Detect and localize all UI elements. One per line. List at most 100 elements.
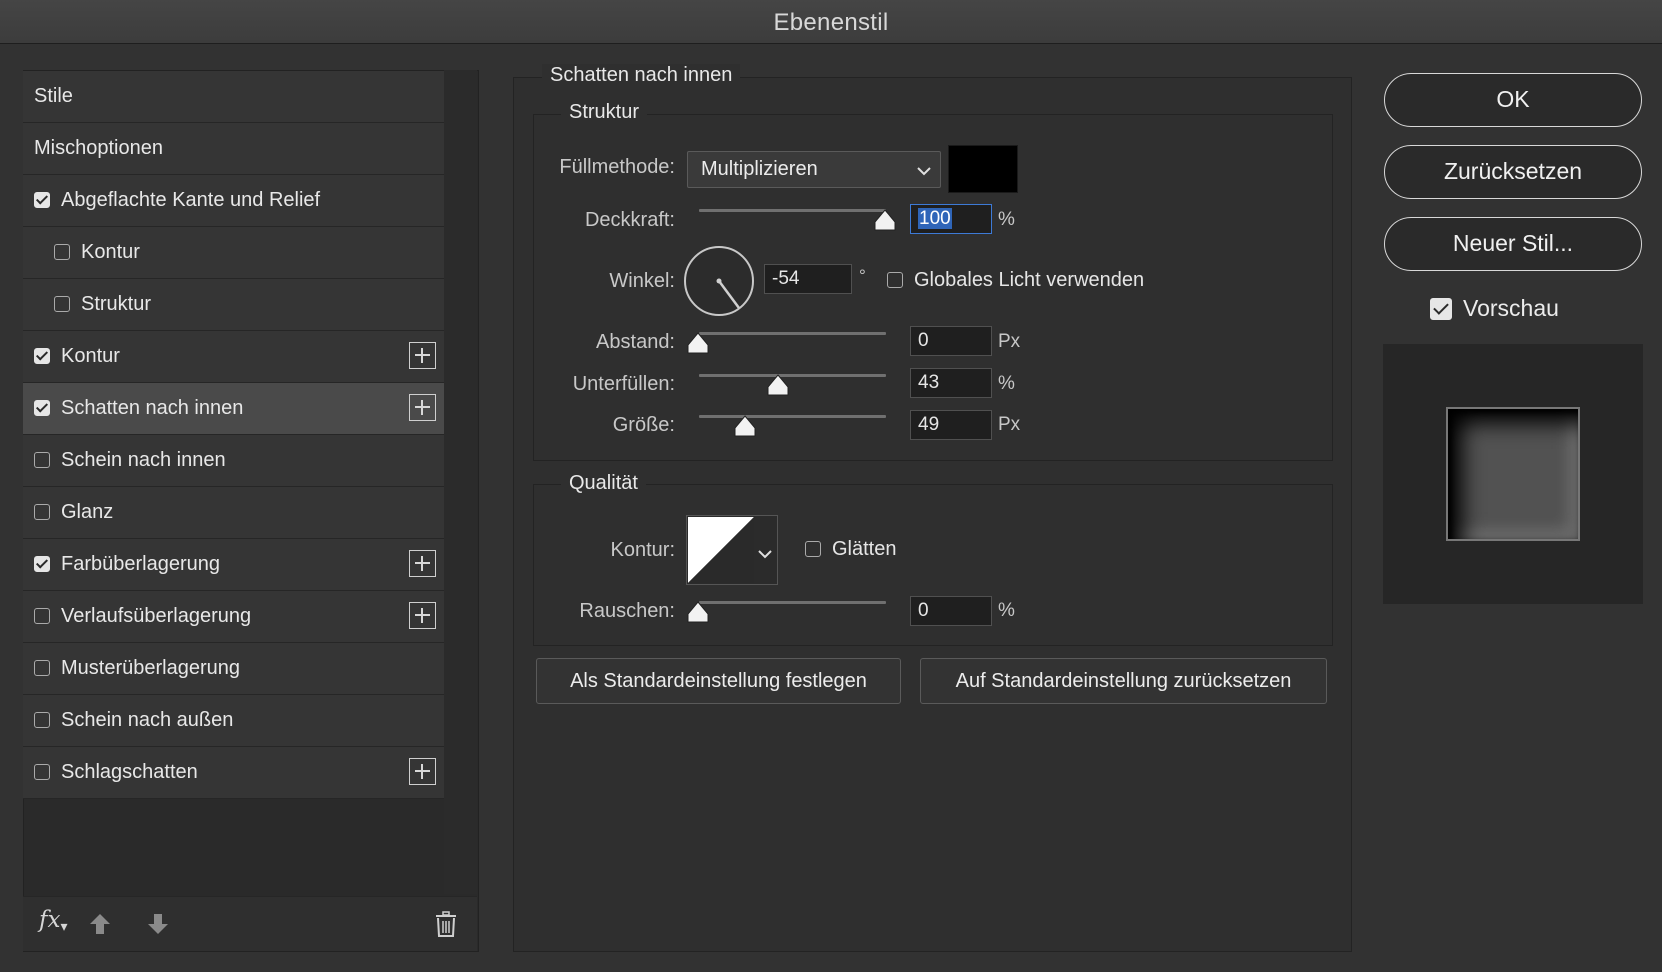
style-enable-checkbox[interactable]: [34, 556, 50, 572]
chevron-down-icon: [917, 163, 931, 181]
styles-list-item[interactable]: Glanz: [23, 487, 444, 539]
styles-list-item-label: Glanz: [61, 501, 114, 523]
add-style-instance-icon[interactable]: [409, 342, 436, 369]
styles-list-item[interactable]: Kontur: [23, 227, 444, 279]
noise-label: Rauschen:: [579, 600, 675, 622]
contour-label: Kontur:: [610, 539, 675, 561]
arrow-up-icon[interactable]: [89, 913, 111, 940]
contour-preview-icon: [688, 517, 754, 588]
styles-list-item-label: Abgeflachte Kante und Relief: [61, 189, 321, 211]
styles-list-item[interactable]: Kontur: [23, 331, 444, 383]
style-preview-thumbnail: [1446, 407, 1580, 541]
styles-list-footer: fx▾: [23, 896, 477, 951]
size-label: Größe:: [612, 414, 675, 436]
style-enable-checkbox[interactable]: [34, 660, 50, 676]
style-enable-checkbox[interactable]: [54, 244, 70, 260]
styles-list-item[interactable]: Schein nach außen: [23, 695, 444, 747]
add-style-instance-icon[interactable]: [409, 602, 436, 629]
style-enable-checkbox[interactable]: [34, 400, 50, 416]
choke-label: Unterfüllen:: [572, 373, 675, 395]
styles-list-item[interactable]: Schatten nach innen: [23, 383, 444, 435]
blend-mode-value: Multiplizieren: [701, 158, 818, 180]
angle-unit: °: [859, 266, 866, 285]
preview-label: Vorschau: [1463, 295, 1559, 321]
angle-input[interactable]: -54: [764, 264, 852, 294]
choke-unit: %: [998, 373, 1015, 394]
styles-list-item[interactable]: Abgeflachte Kante und Relief: [23, 175, 444, 227]
styles-list-item-label: Verlaufsüberlagerung: [61, 605, 252, 627]
ok-button[interactable]: OK: [1384, 73, 1642, 127]
blend-mode-label: Füllmethode:: [559, 156, 675, 178]
blend-mode-select[interactable]: Multiplizieren: [687, 151, 941, 188]
style-enable-checkbox[interactable]: [34, 764, 50, 780]
distance-input[interactable]: 0: [910, 326, 992, 356]
reset-to-default-button[interactable]: Auf Standardeinstellung zurücksetzen: [920, 658, 1327, 704]
inner-shadow-section-title: Schatten nach innen: [542, 64, 741, 87]
shadow-color-swatch[interactable]: [948, 145, 1018, 193]
antialias-label: Glätten: [832, 538, 897, 560]
style-enable-checkbox[interactable]: [34, 608, 50, 624]
opacity-unit: %: [998, 209, 1015, 230]
styles-list-item[interactable]: Schein nach innen: [23, 435, 444, 487]
fx-icon[interactable]: fx▾: [39, 907, 68, 935]
style-enable-checkbox[interactable]: [34, 192, 50, 208]
style-enable-checkbox[interactable]: [34, 504, 50, 520]
opacity-input[interactable]: 100: [910, 204, 992, 234]
style-enable-checkbox[interactable]: [34, 348, 50, 364]
noise-input[interactable]: 0: [910, 596, 992, 626]
style-enable-checkbox[interactable]: [54, 296, 70, 312]
styles-list-item-label: Musterüberlagerung: [61, 657, 240, 679]
styles-list-item-label: Kontur: [61, 345, 120, 367]
noise-unit: %: [998, 600, 1015, 621]
distance-label: Abstand:: [596, 331, 675, 353]
size-unit: Px: [998, 414, 1021, 435]
style-preview-box: [1383, 344, 1643, 604]
arrow-down-icon[interactable]: [147, 913, 169, 940]
trash-icon[interactable]: [435, 911, 457, 942]
choke-slider-track[interactable]: [699, 374, 886, 377]
add-style-instance-icon[interactable]: [409, 758, 436, 785]
choke-input[interactable]: 43: [910, 368, 992, 398]
opacity-label: Deckkraft:: [584, 209, 675, 231]
preview-checkbox[interactable]: [1430, 298, 1452, 320]
noise-slider-track[interactable]: [699, 601, 886, 604]
styles-list-item[interactable]: Schlagschatten: [23, 747, 444, 799]
styles-list-item[interactable]: Musterüberlagerung: [23, 643, 444, 695]
opacity-slider-track[interactable]: [699, 209, 886, 212]
distance-unit: Px: [998, 331, 1021, 352]
size-slider-track[interactable]: [699, 415, 886, 418]
angle-label: Winkel:: [609, 270, 675, 292]
styles-list-item-label: Kontur: [81, 241, 140, 263]
styles-list-item-label: Schatten nach innen: [61, 397, 244, 419]
new-style-button[interactable]: Neuer Stil...: [1384, 217, 1642, 271]
add-style-instance-icon[interactable]: [409, 394, 436, 421]
styles-list-item[interactable]: Stile: [23, 71, 444, 123]
styles-list-item[interactable]: Verlaufsüberlagerung: [23, 591, 444, 643]
styles-list-item-label: Schein nach innen: [61, 449, 226, 471]
styles-list-item-label: Stile: [34, 85, 73, 107]
antialias-checkbox[interactable]: [805, 541, 821, 557]
styles-list-item[interactable]: Struktur: [23, 279, 444, 331]
reset-button[interactable]: Zurücksetzen: [1384, 145, 1642, 199]
styles-list-item-label: Schein nach außen: [61, 709, 234, 731]
style-enable-checkbox[interactable]: [34, 452, 50, 468]
styles-list-item-label: Mischoptionen: [34, 137, 163, 159]
quality-group-title: Qualität: [561, 472, 646, 495]
chevron-down-icon: [758, 546, 772, 564]
make-default-button[interactable]: Als Standardeinstellung festlegen: [536, 658, 901, 704]
structure-group-title: Struktur: [561, 101, 648, 124]
style-enable-checkbox[interactable]: [34, 712, 50, 728]
contour-picker[interactable]: [686, 515, 778, 585]
size-input[interactable]: 49: [910, 410, 992, 440]
angle-dial[interactable]: [683, 245, 755, 317]
styles-list-item[interactable]: Farbüberlagerung: [23, 539, 444, 591]
styles-list-item-label: Farbüberlagerung: [61, 553, 220, 575]
global-light-checkbox[interactable]: [887, 272, 903, 288]
add-style-instance-icon[interactable]: [409, 550, 436, 577]
styles-list-item[interactable]: Mischoptionen: [23, 123, 444, 175]
distance-slider-track[interactable]: [699, 332, 886, 335]
styles-list-item-label: Schlagschatten: [61, 761, 198, 783]
styles-list-item-label: Struktur: [81, 293, 152, 315]
dialog-title: Ebenenstil: [0, 0, 1662, 44]
styles-list-scrollbar[interactable]: [444, 70, 477, 894]
